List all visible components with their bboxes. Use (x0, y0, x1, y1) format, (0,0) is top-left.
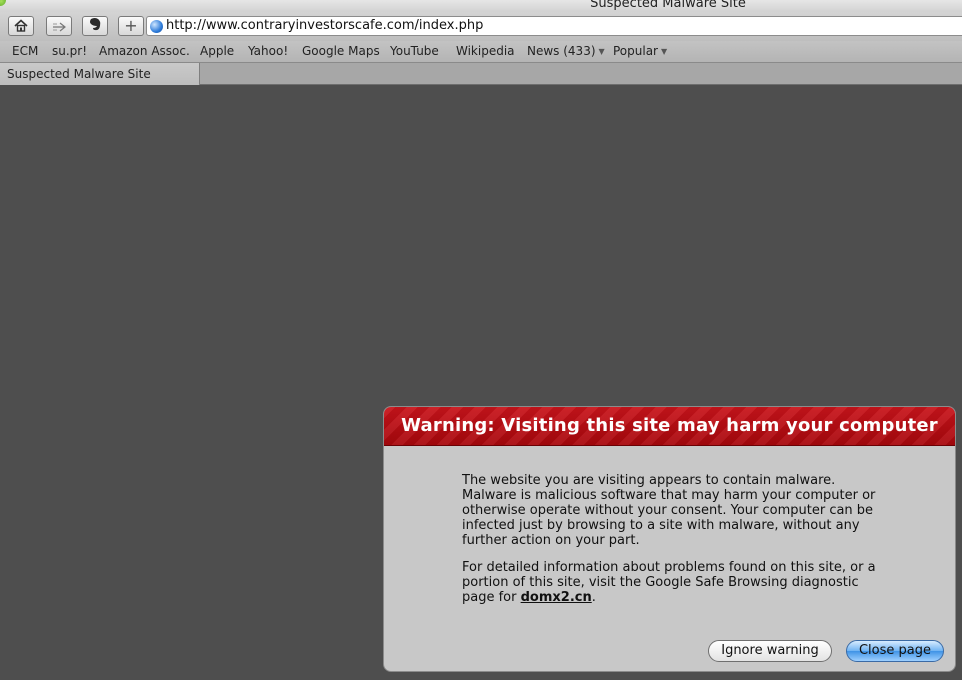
malware-warning-dialog: Warning: Visiting this site may harm you… (383, 406, 956, 672)
add-bookmark-button[interactable]: + (118, 16, 144, 36)
bookmark-youtube[interactable]: YouTube (390, 44, 439, 58)
globe-icon (150, 20, 163, 33)
bookmark-ecm[interactable]: ECM (12, 44, 38, 58)
bookmark-yahoo[interactable]: Yahoo! (248, 44, 288, 58)
warning-paragraph-2-end: . (591, 590, 596, 605)
browser-toolbar: + http://www.contraryinvestorscafe.com/i… (0, 12, 962, 41)
bookmark-folder-news[interactable]: News (433) ▼ (527, 44, 605, 58)
bookmarks-bar: ECM su.pr! Amazon Assoc. Apple Yahoo! Go… (0, 41, 962, 62)
bookmark-wikipedia[interactable]: Wikipedia (456, 44, 515, 58)
bookmark-apple[interactable]: Apple (200, 44, 234, 58)
add-bookmark-icon: + (124, 16, 138, 35)
ignore-warning-button[interactable]: Ignore warning (708, 640, 832, 662)
address-url: http://www.contraryinvestorscafe.com/ind… (166, 18, 484, 33)
diagnostic-domain-link[interactable]: domx2.cn (521, 590, 592, 605)
tab-label: Suspected Malware Site (7, 67, 151, 81)
bookmark-amazon-assoc[interactable]: Amazon Assoc. (99, 44, 190, 58)
address-bar[interactable]: http://www.contraryinvestorscafe.com/ind… (146, 16, 962, 36)
home-button[interactable] (8, 16, 34, 36)
bookmark-google-maps[interactable]: Google Maps (302, 44, 380, 58)
warning-heading: Warning: Visiting this site may harm you… (384, 407, 955, 446)
tab-suspected-malware-site[interactable]: Suspected Malware Site (0, 63, 200, 85)
dropdown-arrow-icon: ▼ (598, 47, 605, 56)
bookmark-supr[interactable]: su.pr! (52, 44, 87, 58)
snapback-button[interactable] (46, 16, 72, 36)
window-titlebar: Suspected Malware Site (0, 0, 962, 12)
close-page-button[interactable]: Close page (846, 640, 944, 662)
bookmark-news-label: News (433) (527, 44, 596, 58)
evernote-icon (88, 17, 102, 36)
dropdown-arrow-icon: ▼ (661, 47, 668, 56)
evernote-button[interactable] (82, 16, 108, 36)
home-icon (14, 17, 28, 36)
window-title: Suspected Malware Site (590, 0, 746, 11)
warning-paragraph-2: For detailed information about problems … (462, 560, 892, 605)
warning-paragraph-1: The website you are visiting appears to … (462, 473, 876, 548)
tab-bar: Suspected Malware Site (0, 62, 962, 85)
warning-body: The website you are visiting appears to … (462, 473, 892, 617)
bookmark-popular-label: Popular (613, 44, 658, 58)
bookmark-folder-popular[interactable]: Popular ▼ (613, 44, 667, 58)
snapback-icon (51, 17, 67, 36)
